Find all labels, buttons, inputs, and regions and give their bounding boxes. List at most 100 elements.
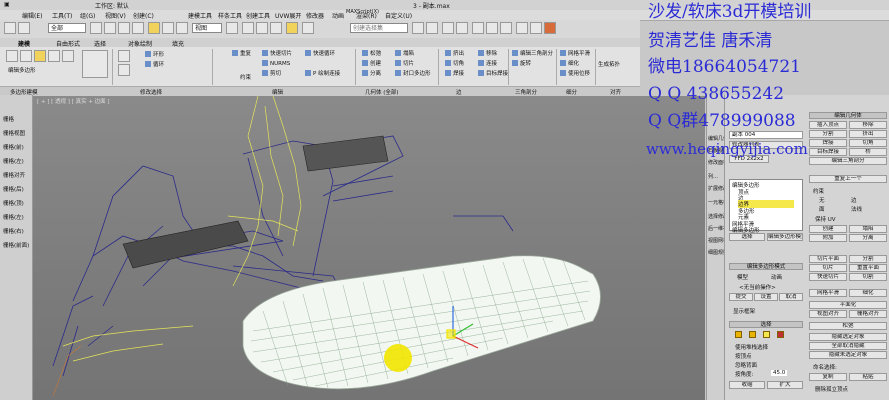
mode-model-radio[interactable]: 模型 — [737, 273, 748, 281]
curve-editor-icon[interactable] — [472, 22, 484, 34]
group-label-edit[interactable]: 编辑 — [272, 88, 283, 96]
cancel-button[interactable]: 取消 — [779, 293, 803, 301]
align-icon[interactable] — [426, 22, 438, 34]
remove-button[interactable]: 移除 — [478, 50, 497, 58]
group-label-subdivision[interactable]: 细分 — [566, 88, 577, 96]
tab-create-tools[interactable]: 创建工具 — [246, 11, 270, 20]
settings-button[interactable]: 设置 — [754, 293, 778, 301]
left-item[interactable]: 栅格(顶) — [3, 199, 24, 207]
polygon-subobj-icon[interactable] — [777, 331, 784, 338]
left-item[interactable]: 栅格(右) — [3, 227, 24, 235]
weld-button[interactable]: 焊接 — [445, 70, 464, 78]
target-weld-sub-button[interactable]: 目标焊接 — [809, 148, 847, 156]
selection-rollout[interactable]: 选择 — [729, 321, 803, 328]
quick-slice-button[interactable]: 快速切片 — [262, 50, 292, 58]
edit-named-sel-icon[interactable] — [302, 22, 314, 34]
move-icon[interactable] — [148, 22, 160, 34]
constraint-face-radio[interactable]: 面 — [819, 205, 825, 213]
relax-button[interactable]: 松弛 — [362, 50, 381, 58]
ffd-button[interactable]: FFD 2x2x2 — [729, 155, 769, 163]
workspace-label[interactable]: 工作区: 默认 — [95, 1, 129, 10]
menu-group[interactable]: 组(G) — [80, 11, 95, 20]
select-icon[interactable] — [90, 22, 102, 34]
menu-uvw[interactable]: UVW展开 — [275, 11, 301, 20]
menu-animation[interactable]: 动画 — [332, 11, 344, 20]
create-button[interactable]: 创建 — [362, 60, 381, 68]
slice-plane-button[interactable]: 切片平面 — [809, 255, 847, 263]
unhide-all-button[interactable]: 全部取消隐藏 — [809, 342, 887, 350]
selection-filter-combo[interactable]: 全部 — [48, 23, 86, 33]
percent-snap-icon[interactable] — [270, 22, 282, 34]
left-item[interactable]: 栅格(前) — [3, 143, 24, 151]
modifier-list-combo[interactable]: 修改器列表 — [729, 141, 803, 149]
shrink-button[interactable]: 收缩 — [729, 381, 765, 389]
preserve-uvs-checkbox[interactable]: 保持 UV — [815, 215, 836, 223]
mid-item[interactable]: 列… — [708, 173, 718, 180]
msmooth-geo-button[interactable]: 网格平滑 — [809, 289, 847, 297]
menu-customize[interactable]: 自定义(U) — [385, 11, 412, 20]
by-angle-label[interactable]: 按角度: — [735, 370, 753, 378]
perspective-viewport[interactable]: [ + ] [ 透视 ] [ 真实 + 边面 ] — [33, 96, 705, 400]
turn-button[interactable]: 旋转 — [512, 60, 531, 68]
detach-geo-button[interactable]: 分离 — [849, 234, 887, 242]
select-by-name-icon[interactable] — [104, 22, 116, 34]
ignore-backface-checkbox[interactable]: 忽略背面 — [735, 361, 757, 369]
modifier-stack[interactable]: 编辑多边形 顶点 边 边界 多边形 元素 网格平滑 编辑多边形 — [729, 179, 803, 234]
left-item[interactable]: 栅格(前面) — [3, 241, 29, 249]
relax-geo-button[interactable]: 松弛 — [809, 322, 887, 330]
connect-button[interactable]: 连接 — [478, 60, 497, 68]
split-button[interactable]: 分割 — [809, 130, 847, 138]
redo-icon[interactable] — [18, 22, 30, 34]
render-icon[interactable] — [544, 22, 556, 34]
group-label-modify-selection[interactable]: 修改选择 — [140, 88, 162, 96]
constraint-none-radio[interactable]: 无 — [819, 196, 825, 204]
vertex-mode-icon[interactable] — [6, 50, 18, 62]
border-subobj-icon[interactable] — [763, 331, 770, 338]
bridge-sub-button[interactable]: 桥 — [849, 148, 887, 156]
collapse-button[interactable]: 塌陷 — [395, 50, 414, 58]
reset-plane-button[interactable]: 重置平面 — [849, 264, 887, 272]
constraint-normal-radio[interactable]: 法线 — [851, 205, 862, 213]
extrude-button[interactable]: 挤出 — [445, 50, 464, 58]
use-displace-button[interactable]: 使用位移 — [560, 70, 590, 78]
paint-connect-button[interactable]: P 绘制连接 — [305, 70, 340, 78]
loop-button[interactable]: 循环 — [145, 61, 164, 69]
menu-maxscript[interactable]: MAXScript(X) — [346, 9, 379, 15]
slice-button[interactable]: 切片 — [395, 60, 414, 68]
hide-unselected-button[interactable]: 隐藏未选定对象 — [809, 351, 887, 359]
graphite-icon[interactable] — [456, 22, 468, 34]
left-item[interactable]: 栅格 — [3, 115, 14, 123]
grow-icon[interactable] — [118, 50, 130, 62]
weld-sub-button[interactable]: 焊接 — [809, 139, 847, 147]
pivot-icon[interactable] — [226, 22, 238, 34]
border-mode-icon[interactable] — [34, 50, 46, 62]
edit-tri-sub-button[interactable]: 编辑三角剖分 — [809, 157, 887, 165]
angle-snap-icon[interactable] — [256, 22, 268, 34]
rect-select-icon[interactable] — [118, 22, 130, 34]
schematic-icon[interactable] — [486, 22, 498, 34]
app-icon[interactable]: ▣ — [4, 1, 10, 8]
stack-select-button[interactable]: 选择 — [729, 233, 765, 241]
create-geo-button[interactable]: 创建 — [809, 225, 847, 233]
nurms-button[interactable]: NURMS — [262, 60, 290, 68]
cap-poly-button[interactable]: 封口多边形 — [395, 70, 431, 78]
left-item[interactable]: 栅格对齐 — [3, 171, 25, 179]
edit-geometry-rollout[interactable]: 编辑几何体 — [809, 112, 887, 119]
topology-button[interactable]: 生成拓扑 — [598, 61, 620, 69]
commit-button[interactable]: 提交 — [729, 293, 753, 301]
by-vertex-checkbox[interactable]: 按顶点 — [735, 352, 752, 360]
render-frame-icon[interactable] — [530, 22, 542, 34]
group-label-tris[interactable]: 三角剖分 — [515, 88, 537, 96]
extrude-sub-button[interactable]: 挤出 — [849, 130, 887, 138]
view-align-button[interactable]: 视图对齐 — [809, 310, 847, 318]
copy-sel-button[interactable]: 复制 — [809, 373, 847, 381]
ring-button[interactable]: 环形 — [145, 51, 164, 59]
modifier-preview-icon[interactable] — [82, 50, 108, 78]
paste-sel-button[interactable]: 粘贴 — [849, 373, 887, 381]
left-item[interactable]: 栅格(后) — [3, 185, 24, 193]
constraints-button[interactable]: 约束 — [240, 74, 251, 82]
make-planar-button[interactable]: 平面化 — [809, 301, 887, 309]
detach-button[interactable]: 分离 — [362, 70, 381, 78]
group-label-geometry[interactable]: 几何体 (全部) — [365, 88, 399, 96]
object-name-field[interactable]: 副本 004 — [729, 131, 803, 139]
